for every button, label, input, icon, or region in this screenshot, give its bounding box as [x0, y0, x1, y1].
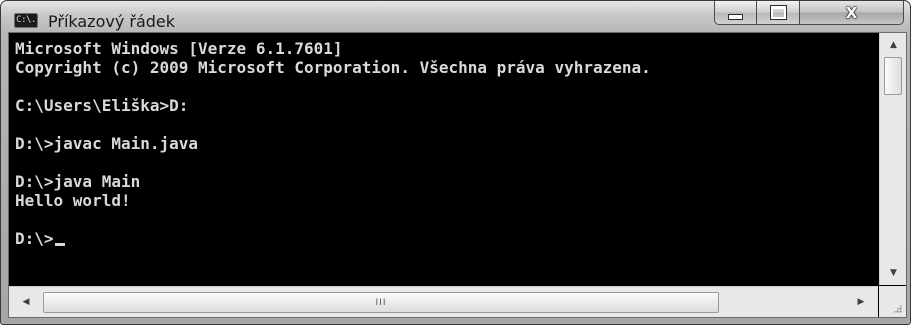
- console-line: C:\Users\Eliška>D:: [15, 96, 189, 115]
- console-prompt: D:\>: [15, 229, 54, 248]
- console-output[interactable]: Microsoft Windows [Verze 6.1.7601] Copyr…: [9, 33, 878, 285]
- caption-buttons: X: [714, 1, 904, 26]
- minimize-icon: [728, 13, 743, 20]
- thumb-grip-icon: III: [375, 297, 387, 308]
- cmd-icon[interactable]: C:\.: [14, 13, 38, 28]
- arrow-left-icon: ◀: [22, 297, 30, 307]
- command-prompt-window: C:\. Příkazový řádek X Microsoft Windows…: [0, 0, 911, 325]
- console-line: Hello world!: [15, 191, 131, 210]
- horizontal-scroll-thumb[interactable]: III: [43, 292, 719, 313]
- minimize-button[interactable]: [714, 1, 757, 25]
- horizontal-scrollbar[interactable]: ◀ III ▶: [9, 286, 878, 317]
- close-button[interactable]: X: [800, 1, 904, 25]
- vertical-scroll-thumb[interactable]: [884, 57, 902, 95]
- resize-grip[interactable]: [879, 286, 906, 317]
- console-client-area: Microsoft Windows [Verze 6.1.7601] Copyr…: [8, 32, 907, 318]
- text-cursor: [54, 243, 65, 246]
- scroll-left-button[interactable]: ◀: [15, 292, 37, 312]
- window-title: Příkazový řádek: [48, 12, 176, 31]
- vertical-scrollbar[interactable]: ▲ ▼: [879, 33, 906, 285]
- scroll-right-button[interactable]: ▶: [850, 292, 872, 312]
- console-line: Copyright (c) 2009 Microsoft Corporation…: [15, 58, 651, 77]
- maximize-button[interactable]: [757, 1, 800, 25]
- maximize-icon: [769, 5, 787, 20]
- console-prompt-line: D:\>: [15, 229, 878, 248]
- console-line: D:\>java Main: [15, 172, 141, 191]
- scroll-up-button[interactable]: ▲: [880, 35, 906, 55]
- close-icon: X: [845, 3, 858, 22]
- console-line: Microsoft Windows [Verze 6.1.7601]: [15, 39, 343, 58]
- arrow-down-icon: ▼: [890, 268, 897, 278]
- resize-grip-icon: [893, 304, 902, 313]
- arrow-right-icon: ▶: [857, 297, 865, 307]
- scroll-down-button[interactable]: ▼: [880, 263, 906, 283]
- arrow-up-icon: ▲: [890, 40, 897, 50]
- console-line: D:\>javac Main.java: [15, 134, 199, 153]
